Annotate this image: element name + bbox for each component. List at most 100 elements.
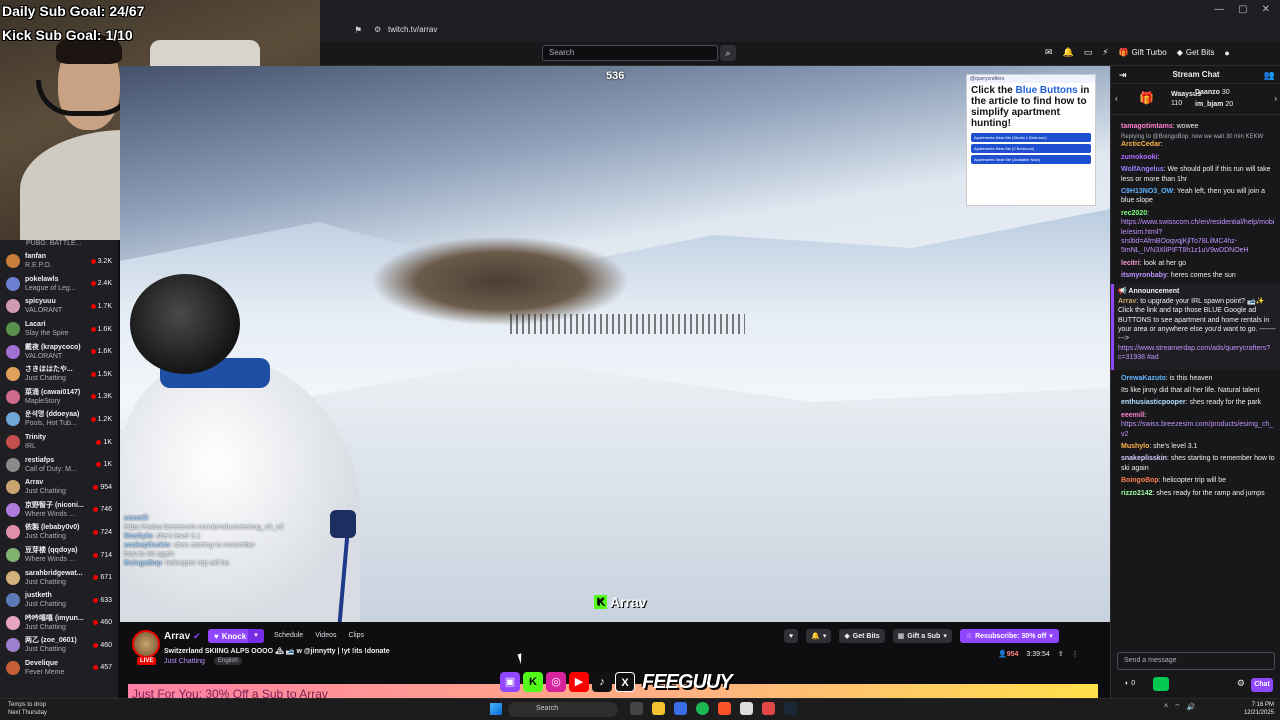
weather-widget[interactable]: Temps to drop Next Thursday — [8, 701, 47, 717]
sidebar-channel[interactable]: restiafps Call of Duty: M... 1K — [0, 453, 118, 476]
sidebar-channel[interactable]: pokelawls League of Leg... 2.4K — [0, 273, 118, 296]
ad-cta-button[interactable]: Apartments Near Me (Available Now) — [971, 155, 1091, 164]
sidebar-channel[interactable]: sarahbridgewat... Just Chatting 671 — [0, 566, 118, 589]
sidebar-channel[interactable]: 豆芽楼 (qqdoya) Where Winds ... 714 — [0, 544, 118, 567]
get-bits-button[interactable]: ◆ Get Bits — [839, 629, 885, 643]
chat-username[interactable]: tamagotimtams — [1121, 123, 1173, 130]
chevron-down-icon[interactable]: ▾ — [248, 629, 264, 643]
site-settings-icon[interactable]: ⚙ — [374, 25, 381, 34]
search-input[interactable]: Search — [542, 45, 718, 61]
taskbar-clock[interactable]: 7:16 PM 12/21/2025 — [1234, 701, 1274, 717]
sidebar-channel[interactable]: Trinity IRL 1K — [0, 431, 118, 454]
follow-heart-button[interactable]: ♥ — [784, 629, 799, 643]
chat-text[interactable]: https://swiss.breezesim.com/products/esi… — [1121, 421, 1273, 437]
uptime: 3:39:54 — [1026, 650, 1050, 658]
app-icon[interactable] — [674, 702, 687, 715]
file-explorer-icon[interactable] — [652, 702, 665, 715]
taskbar-search[interactable]: Search — [508, 702, 618, 717]
chat-username[interactable]: itsmyronbaby — [1121, 272, 1167, 279]
sidebar-channel[interactable]: 依製 (lebaby0v0) Just Chatting 724 — [0, 521, 118, 544]
url-text[interactable]: twitch.tv/arrav — [388, 25, 437, 34]
sidebar-channel[interactable]: さきほはたや... Just Chatting 1.5K — [0, 363, 118, 386]
ad-panel[interactable]: @querycrafters Click the Blue Buttons in… — [966, 74, 1096, 206]
chat-username[interactable]: rizzo2142 — [1121, 490, 1153, 497]
chat-username[interactable]: eeemill — [1121, 412, 1145, 419]
turbo-icon[interactable]: ⚡ — [1102, 47, 1108, 58]
chat-input[interactable]: Send a message — [1117, 652, 1275, 670]
sidebar-channel[interactable]: 两乙 (zoe_0601) Just Chatting 460 — [0, 634, 118, 657]
sidebar-channel[interactable]: Develique Fever Meme 457 — [0, 657, 118, 680]
sidebar-channel[interactable]: justketh Just Chatting 633 — [0, 589, 118, 612]
notifications-icon[interactable]: 🔔 — [1063, 47, 1074, 58]
inbox-icon[interactable]: ✉ — [1045, 47, 1053, 58]
chat-username[interactable]: zumokooki — [1121, 154, 1158, 161]
sidebar-channel[interactable]: spicyuuu VALORANT 1.7K — [0, 295, 118, 318]
language-tag[interactable]: English — [214, 657, 242, 665]
chat-username[interactable]: BoingoBop — [1121, 477, 1159, 484]
windows-start-icon[interactable] — [490, 703, 502, 715]
sidebar-channel[interactable]: 운석명 (ddoeyaa) Pools, Hot Tub... 1.2K — [0, 408, 118, 431]
network-icon[interactable]: ⌔ — [1174, 703, 1181, 712]
bookmark-icon[interactable]: ⚑ — [354, 25, 362, 36]
chat-username[interactable]: lecitri — [1121, 260, 1140, 267]
streamer-avatar[interactable] — [132, 630, 160, 658]
collapse-icon[interactable]: ⇥ — [1119, 66, 1127, 84]
chat-send-button[interactable]: Chat — [1251, 678, 1273, 692]
tab-videos[interactable]: Videos — [315, 632, 336, 639]
sidebar-channel[interactable]: fanfan R.E.P.O. 3.2K — [0, 250, 118, 273]
sidebar-channel[interactable]: 菜涌 (cawai0147) MapleStory 1.3K — [0, 386, 118, 409]
chat-username[interactable]: enthusiasticpooper — [1121, 399, 1186, 406]
stream-category[interactable]: Just Chatting — [164, 658, 205, 665]
spotify-icon[interactable] — [696, 702, 709, 715]
chat-username[interactable]: Arrav — [1118, 298, 1136, 305]
brave-icon[interactable] — [718, 702, 731, 715]
ad-cta-button[interactable]: Apartments Near Me (2 Bedroom) — [971, 144, 1091, 153]
task-view-icon[interactable] — [630, 702, 643, 715]
video-player[interactable]: 536 K Arrav eeemill: https://swiss.breez… — [120, 66, 1110, 622]
tab-schedule[interactable]: Schedule — [274, 632, 303, 639]
app-icon[interactable] — [740, 702, 753, 715]
chevron-up-icon[interactable]: ˄ — [1164, 703, 1168, 712]
sidebar-channel[interactable]: 戴夜 (krapycoco) VALORANT 1.6K — [0, 340, 118, 363]
streamer-name[interactable]: Arrav ✔ — [164, 631, 201, 642]
maximize-icon[interactable]: ▢ — [1238, 4, 1247, 15]
announcement-link[interactable]: https://www.streamerdap.com/ads/querycra… — [1118, 345, 1270, 361]
minimize-icon[interactable]: — — [1214, 4, 1224, 15]
get-bits-nav-button[interactable]: ◆ Get Bits — [1177, 48, 1215, 57]
search-icon[interactable]: ⌕ — [720, 45, 736, 61]
person-icon: 👤 — [998, 651, 1007, 658]
chat-username[interactable]: ArcticCedar — [1121, 141, 1161, 148]
volume-icon[interactable]: 🔊 — [1187, 703, 1196, 712]
sidebar-channel[interactable]: 京野智子 (niconi... Where Winds ... 746 — [0, 499, 118, 522]
chevron-right-icon[interactable]: › — [1274, 94, 1277, 103]
chat-username[interactable]: OrewaKazuto — [1121, 375, 1166, 382]
chevron-left-icon[interactable]: ‹ — [1115, 94, 1118, 103]
sidebar-channel[interactable]: Arrav Just Chatting 954 — [0, 476, 118, 499]
tab-clips[interactable]: Clips — [348, 632, 364, 639]
chat-username[interactable]: rec2020 — [1121, 210, 1147, 217]
chrome-icon[interactable] — [762, 702, 775, 715]
user-avatar-icon[interactable]: ● — [1224, 48, 1229, 58]
settings-icon[interactable]: ⚙ — [1237, 678, 1245, 689]
bonus-claim-icon[interactable] — [1153, 677, 1169, 691]
chat-username[interactable]: WolfAngelus — [1121, 166, 1164, 173]
channel-points[interactable]: ◐ 0 — [1125, 680, 1135, 687]
kick-name-overlay: K Arrav — [594, 594, 647, 610]
gift-a-sub-button[interactable]: ▦ Gift a Sub ▾ — [892, 629, 952, 643]
more-options-icon[interactable]: ⋮ — [1072, 650, 1079, 658]
whispers-icon[interactable]: ▭ — [1084, 47, 1093, 58]
users-icon[interactable]: 👥 — [1264, 66, 1275, 84]
gift-turbo-button[interactable]: 🎁 Gift Turbo — [1119, 48, 1167, 57]
chat-username[interactable]: Mushylo — [1121, 443, 1149, 450]
steam-icon[interactable] — [784, 702, 797, 715]
close-icon[interactable]: ✕ — [1262, 4, 1270, 15]
sidebar-channel[interactable]: 吟吟嘻嘻 (imyun... Just Chatting 460 — [0, 612, 118, 635]
notification-bell-button[interactable]: 🔔 ▾ — [806, 629, 832, 643]
share-icon[interactable]: ⇪ — [1058, 650, 1064, 658]
chat-username[interactable]: snakeplisskin — [1121, 455, 1167, 462]
chat-text[interactable]: https://www.swisscom.ch/en/residential/h… — [1121, 219, 1274, 254]
sidebar-channel[interactable]: Lacari Slay the Spire 1.6K — [0, 318, 118, 341]
ad-cta-button[interactable]: Apartments Near Me (Studio 1 Bedroom) — [971, 133, 1091, 142]
chat-username[interactable]: C9H13NO3_OW — [1121, 188, 1173, 195]
resubscribe-button[interactable]: ☆ Resubscribe: 30% off ▾ — [959, 629, 1059, 643]
